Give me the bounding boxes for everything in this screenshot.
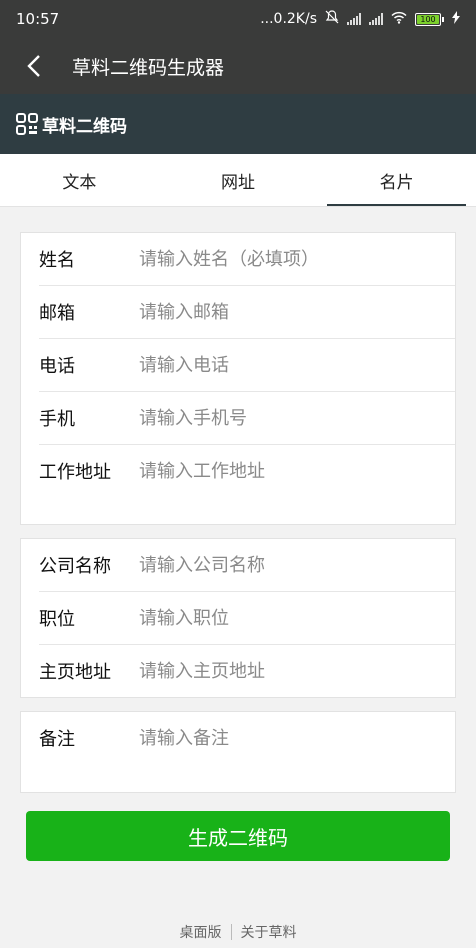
form-group-personal: 姓名 邮箱 电话 手机 工作地址 <box>20 232 456 525</box>
signal-icon <box>347 13 361 25</box>
brand-bar: 草料二维码 <box>0 94 476 154</box>
mobile-label: 手机 <box>39 409 75 430</box>
desktop-link[interactable]: 桌面版 <box>180 922 222 942</box>
footer: 桌面版 关于草料 <box>0 922 476 942</box>
homepage-input[interactable] <box>137 659 455 683</box>
phone-label: 电话 <box>39 356 75 377</box>
company-row: 公司名称 <box>39 539 455 592</box>
name-input[interactable] <box>137 247 455 271</box>
tab-card[interactable]: 名片 <box>317 154 476 206</box>
homepage-label: 主页地址 <box>39 662 111 683</box>
homepage-row: 主页地址 <box>39 645 455 697</box>
net-speed: ...0.2K/s <box>260 11 317 27</box>
email-label: 邮箱 <box>39 303 75 324</box>
app-bar: 草料二维码生成器 <box>0 38 476 94</box>
qrcode-logo-icon <box>16 113 38 135</box>
mute-icon <box>325 10 339 28</box>
tab-url[interactable]: 网址 <box>159 154 318 206</box>
notes-row: 备注 <box>39 712 455 764</box>
form-group-company: 公司名称 职位 主页地址 <box>20 538 456 698</box>
chevron-left-icon <box>27 55 40 77</box>
form-group-notes: 备注 <box>20 711 456 793</box>
name-row: 姓名 <box>39 233 455 286</box>
mobile-input[interactable] <box>137 406 455 430</box>
email-input[interactable] <box>137 300 455 324</box>
email-row: 邮箱 <box>39 286 455 339</box>
tab-text[interactable]: 文本 <box>0 154 159 206</box>
generate-qrcode-button[interactable]: 生成二维码 <box>26 811 450 861</box>
name-label: 姓名 <box>39 250 75 271</box>
signal-icon-2 <box>369 13 383 25</box>
status-time: 10:57 <box>16 10 60 28</box>
work-address-input[interactable] <box>137 459 455 483</box>
mobile-row: 手机 <box>39 392 455 445</box>
notes-label: 备注 <box>39 729 75 750</box>
company-input[interactable] <box>137 553 455 577</box>
work-address-label: 工作地址 <box>39 462 111 483</box>
footer-divider <box>230 924 232 940</box>
tab-bar: 文本 网址 名片 <box>0 154 476 207</box>
phone-input[interactable] <box>137 353 455 377</box>
about-link[interactable]: 关于草料 <box>241 922 297 942</box>
status-bar: 10:57 ...0.2K/s 100 <box>0 0 476 38</box>
position-label: 职位 <box>39 609 75 630</box>
app-title: 草料二维码生成器 <box>72 56 225 79</box>
status-icons: ...0.2K/s 100 <box>260 10 460 28</box>
wifi-icon <box>391 10 407 28</box>
back-button[interactable] <box>14 46 54 86</box>
position-input[interactable] <box>137 606 455 630</box>
work-address-row: 工作地址 <box>39 445 455 497</box>
position-row: 职位 <box>39 592 455 645</box>
notes-input[interactable] <box>137 726 455 750</box>
charging-icon <box>452 10 460 28</box>
battery-icon: 100 <box>415 12 444 26</box>
phone-row: 电话 <box>39 339 455 392</box>
company-label: 公司名称 <box>39 556 111 577</box>
brand-name: 草料二维码 <box>42 116 127 137</box>
